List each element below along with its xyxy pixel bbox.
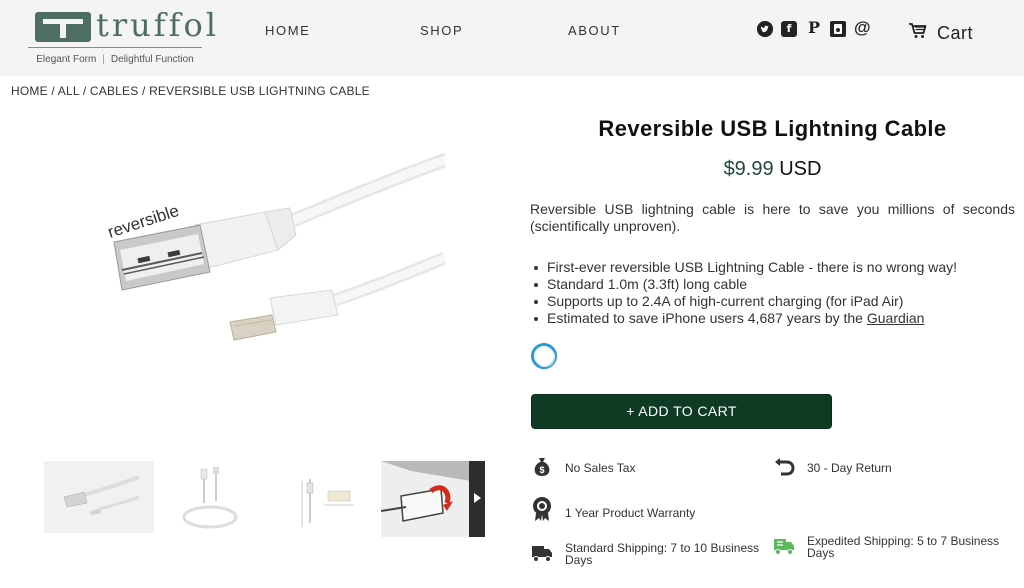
site-header: truffol Elegant Form | Delightful Function…	[0, 0, 1024, 76]
money-bag-icon: $	[534, 458, 550, 476]
breadcrumb-separator: /	[138, 84, 150, 98]
perk-expedited-shipping: Expedited Shipping: 5 to 7 Business Days	[807, 534, 1000, 560]
thumbnail-2[interactable]	[158, 461, 268, 533]
perk-no-sales-tax: No Sales Tax	[565, 461, 636, 475]
tagline-right: Delightful Function	[110, 54, 194, 65]
perk-warranty: 1 Year Product Warranty	[565, 506, 696, 520]
nav-shop[interactable]: SHOP	[420, 23, 463, 38]
cart-icon	[909, 23, 927, 38]
thumbnail-cable-image	[63, 475, 140, 515]
perk-30-day-return: 30 - Day Return	[807, 461, 892, 475]
instagram-icon[interactable]	[830, 21, 846, 37]
email-icon[interactable]: @	[854, 19, 871, 37]
logo-tagline: Elegant Form | Delightful Function	[28, 54, 202, 65]
price-currency: USD	[779, 158, 822, 180]
breadcrumb: HOME / ALL / CABLES / REVERSIBLE USB LIG…	[11, 84, 370, 98]
logo-divider	[28, 47, 202, 48]
nav-about[interactable]: ABOUT	[568, 23, 621, 38]
tagline-left: Elegant Form	[36, 54, 97, 65]
thumbnail-4[interactable]	[380, 461, 485, 537]
cable-illustration: reversible	[105, 153, 452, 341]
tagline-separator: |	[102, 54, 105, 65]
cart-label: Cart	[937, 23, 974, 43]
product-title: Reversible USB Lightning Cable	[598, 116, 947, 141]
feature-item: Standard 1.0m (3.3ft) long cable	[534, 276, 1017, 293]
breadcrumb-current: REVERSIBLE USB LIGHTNING CABLE	[149, 84, 370, 98]
breadcrumb-home[interactable]: HOME	[11, 84, 48, 98]
thumbnail-1[interactable]	[44, 461, 154, 533]
breadcrumb-all[interactable]: ALL	[58, 84, 80, 98]
logo-wordmark: truffol	[96, 6, 219, 44]
thumbnail-laptop-port-image	[380, 461, 485, 537]
feature-item: First-ever reversible USB Lightning Cabl…	[534, 259, 1017, 276]
perk-standard-shipping: Standard Shipping: 7 to 10 Business Days	[565, 541, 760, 567]
feature-item: Supports up to 2.4A of high-current char…	[534, 293, 1017, 310]
thumbnail-dimensions-image	[301, 479, 354, 527]
feature-list: First-ever reversible USB Lightning Cabl…	[534, 259, 1017, 327]
warranty-badge-icon	[533, 497, 551, 521]
logo-mark-icon	[35, 12, 91, 42]
site-logo[interactable]: truffol Elegant Form | Delightful Function	[28, 6, 216, 68]
feature-item: Estimated to save iPhone users 4,687 yea…	[534, 310, 1017, 327]
express-truck-icon	[774, 539, 794, 555]
thumbnail-coiled-cable-image	[182, 467, 238, 529]
return-arrow-icon	[775, 458, 795, 476]
truck-icon	[532, 546, 552, 562]
guardian-link[interactable]: Guardian	[867, 310, 925, 326]
breadcrumb-cables[interactable]: CABLES	[90, 84, 139, 98]
nav-home[interactable]: HOME	[265, 23, 310, 38]
loading-spinner	[531, 343, 557, 369]
feature-text: Estimated to save iPhone users 4,687 yea…	[547, 310, 867, 326]
add-to-cart-button[interactable]: + ADD TO CART	[531, 394, 832, 429]
breadcrumb-separator: /	[79, 84, 90, 98]
breadcrumb-separator: /	[47, 84, 58, 98]
svg-text:$: $	[539, 465, 544, 475]
twitter-icon[interactable]	[757, 21, 773, 37]
product-price: $9.99 USD	[530, 158, 1015, 181]
price-amount: $9.99	[723, 158, 774, 180]
thumbnail-3[interactable]	[272, 461, 382, 533]
pinterest-icon[interactable]: P	[806, 20, 822, 37]
product-description: Reversible USB lightning cable is here t…	[530, 201, 1015, 234]
facebook-icon[interactable]: f	[781, 21, 797, 37]
product-main-image[interactable]: reversible	[100, 150, 452, 380]
